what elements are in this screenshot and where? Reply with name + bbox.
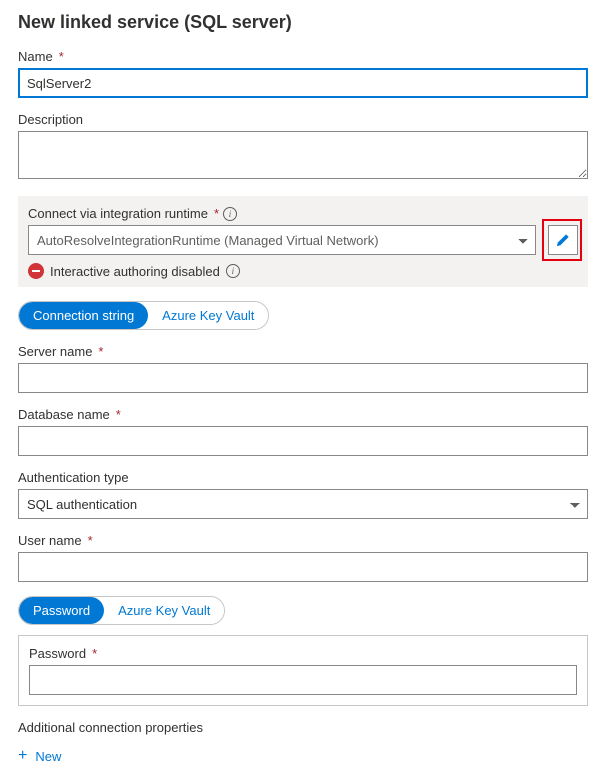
description-input[interactable] [18, 131, 588, 179]
database-name-label: Database name [18, 407, 110, 422]
required-asterisk: * [116, 407, 121, 422]
name-field-group: Name * [18, 49, 588, 98]
runtime-section: Connect via integration runtime * i Auto… [18, 196, 588, 287]
stop-icon [28, 263, 44, 279]
edit-runtime-button[interactable] [548, 225, 578, 255]
required-asterisk: * [92, 646, 97, 661]
tab-credential-akv[interactable]: Azure Key Vault [104, 597, 224, 624]
edit-button-highlight [542, 219, 582, 261]
tab-azure-key-vault[interactable]: Azure Key Vault [148, 302, 268, 329]
name-label: Name [18, 49, 53, 64]
connection-method-tabs: Connection string Azure Key Vault [18, 301, 269, 330]
required-asterisk: * [59, 49, 64, 64]
auth-type-label: Authentication type [18, 470, 129, 485]
user-name-label: User name [18, 533, 82, 548]
interactive-status-text: Interactive authoring disabled [50, 264, 220, 279]
required-asterisk: * [214, 206, 219, 221]
user-name-input[interactable] [18, 552, 588, 582]
password-panel: Password * [18, 635, 588, 706]
password-input[interactable] [29, 665, 577, 695]
runtime-select[interactable]: AutoResolveIntegrationRuntime (Managed V… [28, 225, 536, 255]
user-name-group: User name * [18, 533, 588, 582]
description-label: Description [18, 112, 83, 127]
server-name-group: Server name * [18, 344, 588, 393]
pencil-icon [556, 233, 570, 247]
tab-password[interactable]: Password [19, 597, 104, 624]
plus-icon: + [18, 747, 27, 765]
additional-properties-heading: Additional connection properties [18, 720, 588, 735]
info-icon[interactable]: i [223, 207, 237, 221]
runtime-label: Connect via integration runtime [28, 206, 208, 221]
database-name-input[interactable] [18, 426, 588, 456]
page-title: New linked service (SQL server) [18, 12, 588, 33]
add-property-button[interactable]: + New [18, 743, 61, 769]
password-label: Password [29, 646, 86, 661]
database-name-group: Database name * [18, 407, 588, 456]
auth-type-group: Authentication type SQL authentication [18, 470, 588, 519]
server-name-input[interactable] [18, 363, 588, 393]
name-input[interactable] [18, 68, 588, 98]
required-asterisk: * [88, 533, 93, 548]
server-name-label: Server name [18, 344, 92, 359]
required-asterisk: * [98, 344, 103, 359]
description-field-group: Description [18, 112, 588, 182]
auth-type-select[interactable]: SQL authentication [18, 489, 588, 519]
additional-properties-section: Additional connection properties + New [18, 720, 588, 769]
tab-connection-string[interactable]: Connection string [19, 302, 148, 329]
credential-tabs: Password Azure Key Vault [18, 596, 225, 625]
add-property-label: New [35, 749, 61, 764]
info-icon[interactable]: i [226, 264, 240, 278]
